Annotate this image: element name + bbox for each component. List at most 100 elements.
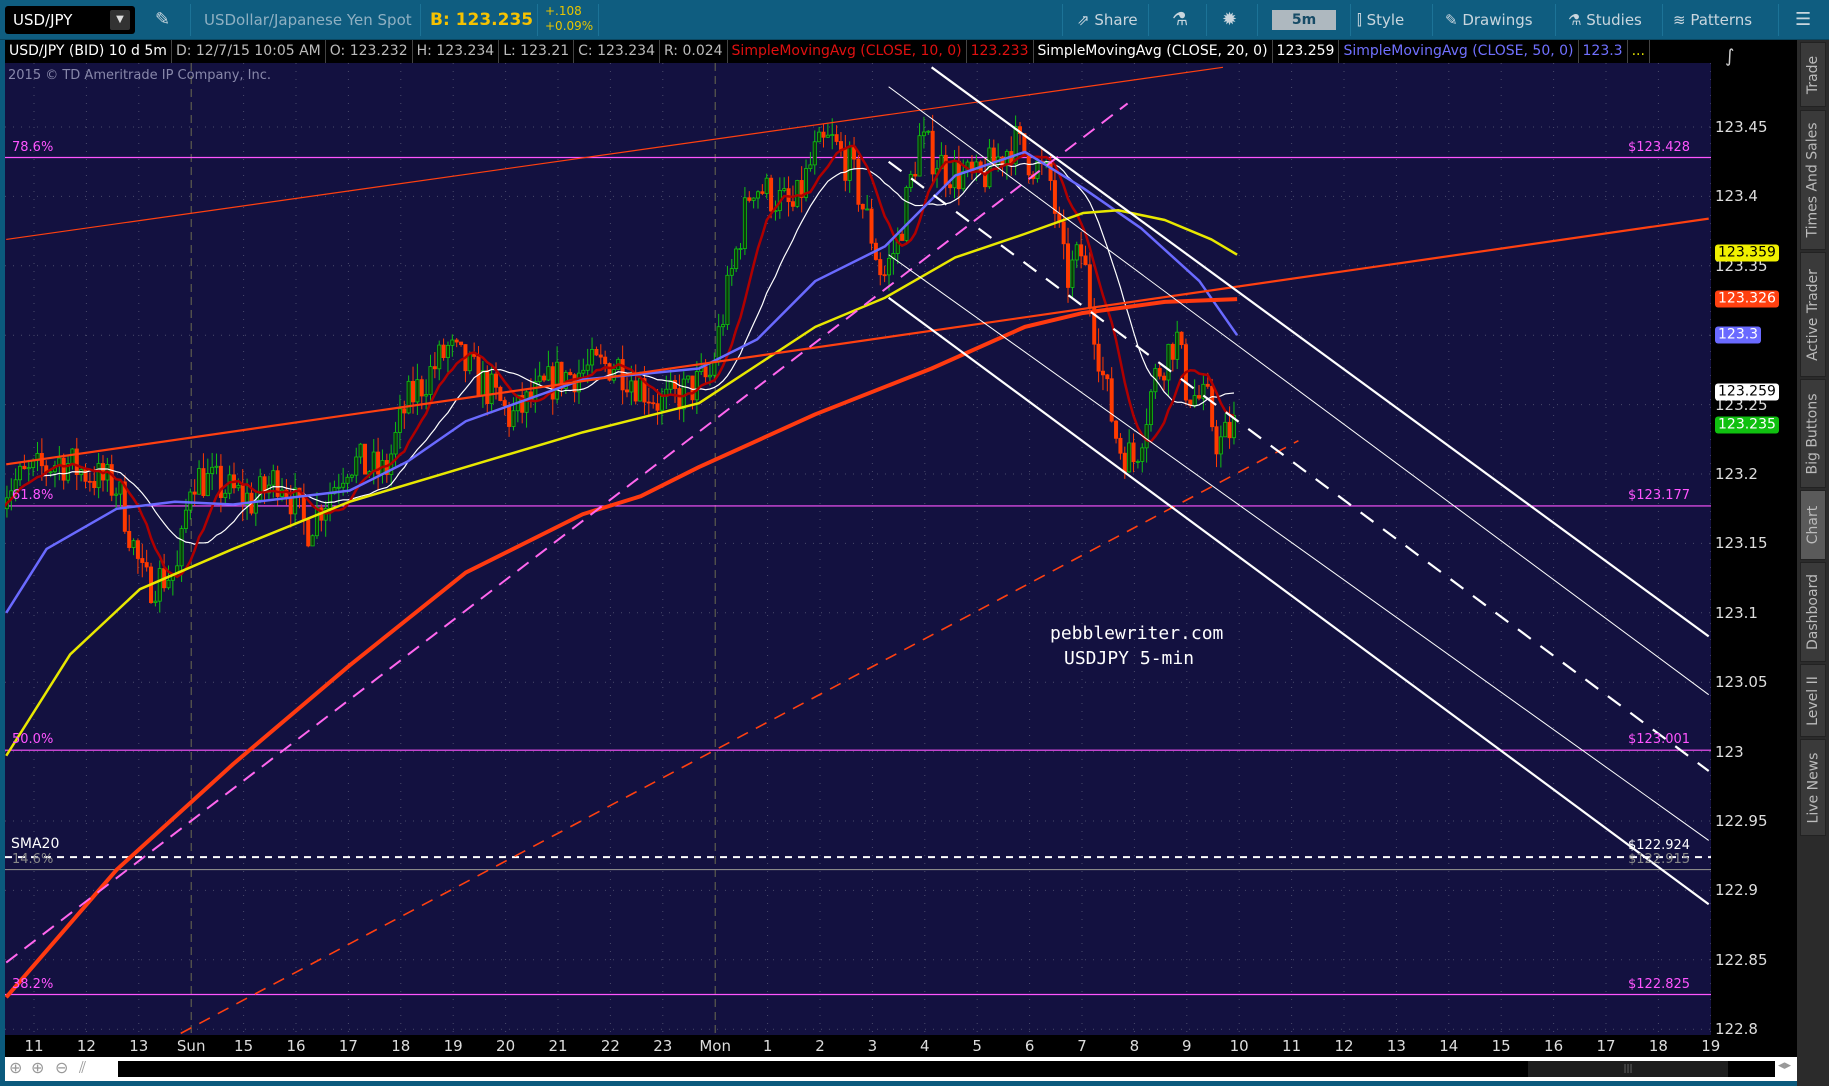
candle-body xyxy=(135,540,140,559)
zoom-out-icon[interactable]: ⊖ xyxy=(55,1058,68,1077)
zoom-in-icon[interactable]: ⊕ xyxy=(31,1058,44,1077)
menu-icon[interactable]: ☰ xyxy=(1795,0,1811,40)
candle-body xyxy=(1162,375,1167,381)
bid-price: B: 123.235 xyxy=(430,10,534,30)
sidebar-tab-chart[interactable]: Chart xyxy=(1800,490,1826,560)
candle-body xyxy=(594,348,599,356)
drawings-button[interactable]: ✎ Drawings xyxy=(1445,0,1533,40)
sma10-label[interactable]: SimpleMovingAvg (CLOSE, 10, 0) xyxy=(728,40,967,63)
sidebar-tab-active-trader[interactable]: Active Trader xyxy=(1800,252,1826,377)
sidebar-tab-big-buttons[interactable]: Big Buttons xyxy=(1800,379,1826,488)
candle-body xyxy=(140,558,145,563)
candle-body xyxy=(812,141,817,166)
candle-body xyxy=(1070,259,1075,288)
link-pencil-icon[interactable]: ✎ xyxy=(155,0,170,40)
candle-body xyxy=(271,470,276,486)
drawing-tool-icon[interactable]: ⫽ xyxy=(79,1058,86,1078)
style-button[interactable]: ⫿ Style xyxy=(1357,0,1404,40)
sidebar-tab-level-ii[interactable]: Level II xyxy=(1800,664,1826,737)
x-tick-label: 23 xyxy=(653,1037,673,1055)
watermark-line1: pebblewriter.com xyxy=(1050,623,1224,644)
candle-body xyxy=(524,391,529,413)
flask-icon[interactable]: ⚗ xyxy=(1172,0,1188,40)
share-button[interactable]: ⇗ Share xyxy=(1077,0,1138,40)
timeframe-button[interactable]: 5m xyxy=(1272,10,1336,30)
candle-body xyxy=(210,466,215,474)
candle-body xyxy=(1214,426,1219,455)
candle-body xyxy=(651,402,656,405)
gear-icon[interactable]: ✹ xyxy=(1222,0,1237,40)
drawings-label: Drawings xyxy=(1462,11,1533,29)
sma20-level-label: SMA20 xyxy=(11,836,60,853)
candle-body xyxy=(734,248,739,269)
candle-body xyxy=(865,208,870,211)
share-icon: ⇗ xyxy=(1077,11,1095,29)
studies-button[interactable]: ⚗ Studies xyxy=(1568,0,1642,40)
more-studies[interactable]: ... xyxy=(1628,40,1650,63)
sidebar-tab-live-news[interactable]: Live News xyxy=(1800,739,1826,836)
candle-body xyxy=(611,369,616,381)
candle-body xyxy=(87,480,92,483)
sidebar-tab-trade[interactable]: Trade xyxy=(1800,42,1826,107)
candle-body xyxy=(358,443,363,458)
x-tick-label: 12 xyxy=(76,1037,96,1055)
sma20-label[interactable]: SimpleMovingAvg (CLOSE, 20, 0) xyxy=(1034,40,1273,63)
candle-body xyxy=(1131,442,1136,463)
candle-body xyxy=(581,369,586,374)
candle-body xyxy=(214,465,219,468)
candle-body xyxy=(1127,442,1132,473)
candle-body xyxy=(1223,421,1228,438)
candle-body xyxy=(1192,395,1197,406)
change-value: +.108 xyxy=(545,4,582,18)
sma50-label[interactable]: SimpleMovingAvg (CLOSE, 50, 0) xyxy=(1339,40,1579,63)
candle-body xyxy=(921,131,926,137)
axis-scale-icon[interactable]: ∫ xyxy=(1725,46,1734,67)
scrollbar[interactable]: ||| xyxy=(118,1061,1775,1077)
candle-body xyxy=(397,408,402,433)
scrollbar-thumb[interactable]: ||| xyxy=(1528,1061,1728,1077)
sidebar-tab-label: Big Buttons xyxy=(1805,392,1821,475)
candle-body xyxy=(1218,436,1223,455)
candle-body xyxy=(1175,331,1180,360)
x-tick-label: Mon xyxy=(699,1037,732,1055)
price-chart[interactable] xyxy=(5,63,1711,1035)
candle-body xyxy=(437,344,442,370)
candle-body xyxy=(825,134,830,138)
symbol-selector[interactable]: USD/JPY ▼ xyxy=(5,6,135,34)
candle-body xyxy=(22,465,27,470)
candle-body xyxy=(402,408,407,414)
candle-body xyxy=(1074,244,1079,261)
candle-body xyxy=(703,366,708,378)
candle-body xyxy=(537,375,542,383)
candle-body xyxy=(18,465,23,481)
net-change: +.108 +0.09% xyxy=(545,4,593,34)
watermark-line2: USDJPY 5-min xyxy=(1064,648,1195,669)
chevron-down-icon[interactable]: ▼ xyxy=(110,10,130,30)
patterns-button[interactable]: ≋ Patterns xyxy=(1673,0,1752,40)
sidebar-tab-label: Level II xyxy=(1805,675,1822,726)
candle-body xyxy=(690,375,695,401)
crosshair-icon[interactable]: ⊕ xyxy=(9,1058,22,1077)
candle-body xyxy=(301,495,306,521)
sidebar-tab-times-and-sales[interactable]: Times And Sales xyxy=(1800,110,1826,250)
sidebar-tab-label: Dashboard xyxy=(1805,574,1821,650)
symbol-description: USDollar/Japanese Yen Spot xyxy=(204,11,412,29)
candle-body xyxy=(1210,385,1215,428)
x-tick-label: 4 xyxy=(920,1037,930,1055)
sma10-value: 123.233 xyxy=(967,40,1034,63)
x-tick-label: 12 xyxy=(1334,1037,1354,1055)
expand-icon[interactable]: ◂▸ xyxy=(1778,1058,1791,1073)
fib-price-label: $123.001 xyxy=(1628,732,1691,748)
sidebar-tab-dashboard[interactable]: Dashboard xyxy=(1800,562,1826,662)
fib-pct-label: 61.8% xyxy=(12,487,54,503)
x-tick-label: 8 xyxy=(1129,1037,1140,1055)
candle-body xyxy=(467,353,472,372)
candle-body xyxy=(507,405,512,427)
info-symbol: USD/JPY (BID) 10 d 5m xyxy=(5,40,172,63)
candle-body xyxy=(1166,343,1171,381)
candle-body xyxy=(943,154,948,186)
x-tick-label: 18 xyxy=(391,1037,411,1055)
candle-body xyxy=(760,191,765,194)
candle-body xyxy=(362,443,367,475)
candle-body xyxy=(738,248,743,250)
